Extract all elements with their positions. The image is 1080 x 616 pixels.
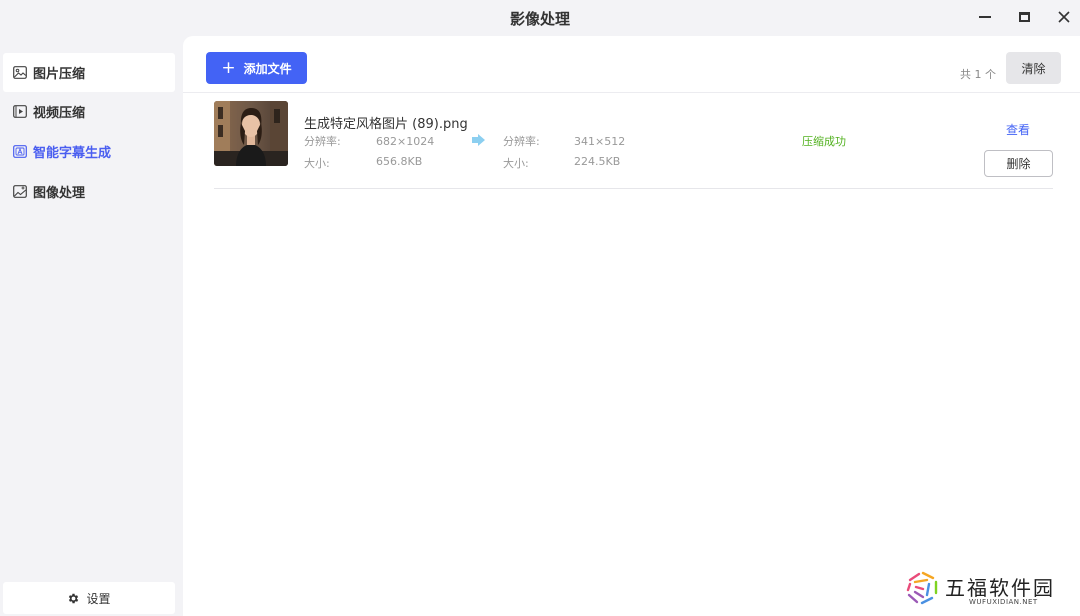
add-file-button[interactable]: + 添加文件 <box>206 52 307 84</box>
sidebar-item-image-processing[interactable]: 图像处理 <box>3 172 175 211</box>
portrait-thumbnail <box>214 101 288 166</box>
gear-icon <box>69 593 79 603</box>
toolbar-divider <box>183 92 1080 93</box>
original-resolution-label: 分辨率: <box>304 135 341 148</box>
compressed-resolution-label: 分辨率: <box>503 135 540 148</box>
watermark-url: WUFUXIDIAN.NET <box>969 598 1038 606</box>
sidebar-item-label: 图像处理 <box>33 186 86 201</box>
list-item: 生成特定风格图片 (89).png 分辨率: 682×1024 大小: 656.… <box>214 100 1053 190</box>
image-icon <box>13 66 27 79</box>
delete-button[interactable]: 删除 <box>984 150 1053 177</box>
sidebar-item-label: 智能字幕生成 <box>33 146 112 161</box>
close-button[interactable] <box>1052 6 1076 28</box>
sidebar: 图片压缩 视频压缩 智能字幕生成 图像处理 设置 <box>0 36 183 616</box>
sidebar-item-label: 图片压缩 <box>33 67 86 82</box>
sidebar-item-label: 视频压缩 <box>33 106 86 121</box>
subtitle-icon <box>13 145 27 158</box>
sidebar-item-image-compress[interactable]: 图片压缩 <box>3 53 175 92</box>
row-divider <box>214 188 1053 189</box>
window-title: 影像处理 <box>509 10 570 28</box>
sidebar-item-smart-subtitle[interactable]: 智能字幕生成 <box>3 132 175 171</box>
compressed-resolution: 341×512 <box>574 135 626 148</box>
add-file-label: 添加文件 <box>243 61 292 76</box>
video-icon <box>13 105 27 118</box>
minimize-button[interactable] <box>973 6 997 28</box>
file-name: 生成特定风格图片 (89).png <box>304 117 468 132</box>
close-icon <box>1058 11 1070 23</box>
image-edit-icon <box>13 185 27 198</box>
arrow-right-icon <box>472 134 485 146</box>
minimize-icon <box>979 16 991 18</box>
sidebar-item-video-compress[interactable]: 视频压缩 <box>3 92 175 131</box>
maximize-button[interactable] <box>1012 6 1036 28</box>
watermark-logo: 五福软件园 WUFUXIDIAN.NET <box>905 570 1065 610</box>
settings-button[interactable]: 设置 <box>3 582 175 614</box>
status-badge: 压缩成功 <box>802 135 846 148</box>
file-count: 共 1 个 <box>960 68 996 81</box>
clear-button[interactable]: 清除 <box>1006 52 1061 84</box>
compressed-size: 224.5KB <box>574 155 621 168</box>
original-size: 656.8KB <box>376 155 423 168</box>
compressed-size-label: 大小: <box>503 157 529 170</box>
title-bar: 影像处理 <box>0 0 1080 36</box>
original-size-label: 大小: <box>304 157 330 170</box>
plus-icon: + <box>221 57 236 78</box>
maximize-icon <box>1018 12 1030 22</box>
watermark-name: 五福软件园 <box>945 576 1055 600</box>
view-link[interactable]: 查看 <box>1006 121 1030 138</box>
original-resolution: 682×1024 <box>376 135 435 148</box>
logo-icon <box>906 571 938 605</box>
settings-label: 设置 <box>86 591 111 606</box>
main-panel: + 添加文件 共 1 个 清除 生成特定风格图片 (89).png 分辨率: 6… <box>183 36 1080 616</box>
file-thumbnail[interactable] <box>214 101 288 166</box>
